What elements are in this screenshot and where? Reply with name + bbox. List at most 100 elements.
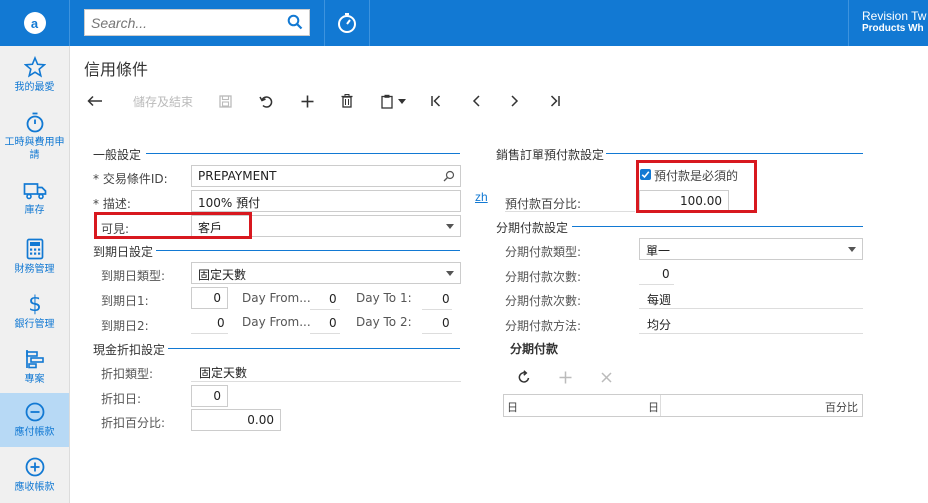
description-label: * 描述: — [93, 197, 131, 211]
description-field[interactable]: 100% 預付 — [191, 190, 461, 212]
section-divider — [168, 348, 460, 349]
day-to2-label: Day To 2: — [356, 315, 412, 329]
sidebar-item-favorites[interactable]: 我的最愛 — [0, 54, 69, 104]
discount-type-value[interactable]: 固定天數 — [199, 364, 247, 381]
dropdown-arrow-icon — [397, 98, 406, 104]
app-logo[interactable]: a — [0, 0, 70, 46]
first-record-button[interactable] — [427, 90, 445, 112]
sidebar-item-projects[interactable]: 專案 — [0, 346, 69, 392]
sidebar-item-banking[interactable]: $ 銀行管理 — [0, 291, 69, 337]
undo-icon — [258, 95, 272, 108]
installment-type-label: 分期付款類型: — [505, 245, 582, 259]
grid-header-percent[interactable]: 百分比 — [825, 399, 858, 415]
save-icon — [218, 94, 232, 108]
due-type-select[interactable]: 固定天數 — [191, 262, 461, 284]
day-from2-label: Day From... — [242, 315, 311, 329]
lookup-icon[interactable] — [443, 170, 455, 182]
back-arrow-icon — [87, 95, 102, 107]
highlight-box-prepayment — [636, 160, 757, 213]
save-close-button[interactable]: 儲存及結束 — [128, 90, 198, 112]
clipboard-menu-button[interactable] — [378, 90, 408, 112]
term-id-label: * 交易條件ID: — [93, 172, 168, 186]
discount-type-label: 折扣類型: — [101, 367, 154, 381]
delete-button[interactable] — [338, 90, 356, 112]
search-input[interactable] — [85, 10, 275, 35]
timer-icon — [338, 13, 356, 33]
section-divider — [156, 250, 460, 251]
calculator-icon — [26, 238, 43, 260]
language-link[interactable]: zh — [475, 190, 488, 204]
due-day2-value[interactable]: 0 — [217, 316, 225, 330]
day-from2-value[interactable]: 0 — [329, 316, 337, 330]
day-to2-value[interactable]: 0 — [442, 316, 450, 330]
installment-type-select[interactable]: 單一 — [639, 238, 863, 260]
refresh-icon — [518, 370, 530, 383]
close-icon — [600, 371, 612, 383]
sidebar-item-accounts-payable[interactable]: 應付帳款 — [0, 393, 69, 447]
discount-day-label: 折扣日: — [101, 392, 142, 406]
sidebar: 我的最愛 工時與費用申請 庫存 財務管理 $ 銀行管理 專案 應付帳款 應收帳款 — [0, 46, 70, 503]
sidebar-item-inventory[interactable]: 庫存 — [0, 179, 69, 225]
branch-name: Products Wh — [862, 23, 924, 34]
page-title: 信用條件 — [84, 60, 149, 79]
grid-delete-button[interactable] — [597, 366, 615, 388]
section-divider — [146, 153, 460, 154]
save-button[interactable] — [216, 90, 234, 112]
search-box[interactable] — [84, 9, 310, 36]
installment-count-value[interactable]: 0 — [662, 267, 670, 281]
discount-pct-field[interactable]: 0.00 — [191, 409, 281, 431]
timer-button[interactable] — [324, 0, 370, 46]
due-type-label: 到期日類型: — [101, 269, 166, 283]
sidebar-item-time-expenses[interactable]: 工時與費用申請 — [0, 109, 69, 165]
grid-add-button[interactable] — [556, 366, 574, 388]
top-bar: a Revision Tw Products Wh — [0, 0, 928, 46]
back-button[interactable] — [84, 90, 106, 112]
project-icon — [25, 350, 44, 369]
chevron-left-icon — [472, 95, 480, 107]
section-title-prepayment: 銷售訂單預付款設定 — [496, 148, 605, 162]
sidebar-item-finance[interactable]: 財務管理 — [0, 236, 69, 282]
last-icon — [550, 95, 560, 107]
logo-icon: a — [23, 12, 46, 34]
add-button[interactable] — [298, 90, 316, 112]
clipboard-icon — [380, 94, 393, 109]
sidebar-item-accounts-receivable[interactable]: 應收帳款 — [0, 454, 69, 500]
installment-method-value[interactable]: 均分 — [647, 316, 671, 333]
section-title-due-date: 到期日設定 — [93, 245, 154, 259]
dollar-icon: $ — [28, 292, 41, 315]
stopwatch-icon — [26, 112, 43, 133]
due-day1-field[interactable]: 0 — [191, 287, 228, 309]
prepayment-pct-label: 預付款百分比: — [505, 197, 582, 211]
section-title-discount: 現金折扣設定 — [93, 343, 166, 357]
grid-refresh-button[interactable] — [515, 366, 533, 388]
plus-icon — [301, 95, 313, 107]
plus-icon — [559, 371, 571, 383]
next-record-button[interactable] — [506, 90, 524, 112]
day-to1-value[interactable]: 0 — [442, 292, 450, 306]
first-icon — [431, 95, 441, 107]
chevron-down-icon — [848, 247, 856, 252]
minus-circle-icon — [25, 402, 44, 422]
discount-day-field[interactable]: 0 — [191, 385, 228, 407]
day-from1-value[interactable]: 0 — [329, 292, 337, 306]
installment-frequency-value[interactable]: 每週 — [647, 291, 671, 308]
company-branch-selector[interactable]: Revision Tw Products Wh — [848, 0, 928, 46]
previous-record-button[interactable] — [467, 90, 485, 112]
installment-grid-title: 分期付款 — [510, 342, 559, 356]
company-name: Revision Tw — [862, 9, 927, 23]
section-title-installment: 分期付款設定 — [496, 221, 569, 235]
highlight-box-visible — [94, 212, 252, 239]
trash-icon — [341, 94, 353, 108]
chevron-down-icon — [446, 224, 454, 229]
installment-frequency-label: 分期付款次數: — [505, 294, 582, 308]
section-title-general: 一般設定 — [93, 148, 142, 162]
chevron-right-icon — [511, 95, 519, 107]
term-id-field[interactable]: PREPAYMENT — [191, 165, 461, 187]
plus-circle-icon — [25, 457, 44, 477]
search-icon[interactable] — [287, 14, 303, 33]
installment-count-label: 分期付款次數: — [505, 270, 582, 284]
grid-column-prefix: 日 — [507, 401, 518, 414]
grid-header-day[interactable]: 日 — [648, 399, 659, 415]
last-record-button[interactable] — [546, 90, 564, 112]
undo-button[interactable] — [257, 90, 275, 112]
